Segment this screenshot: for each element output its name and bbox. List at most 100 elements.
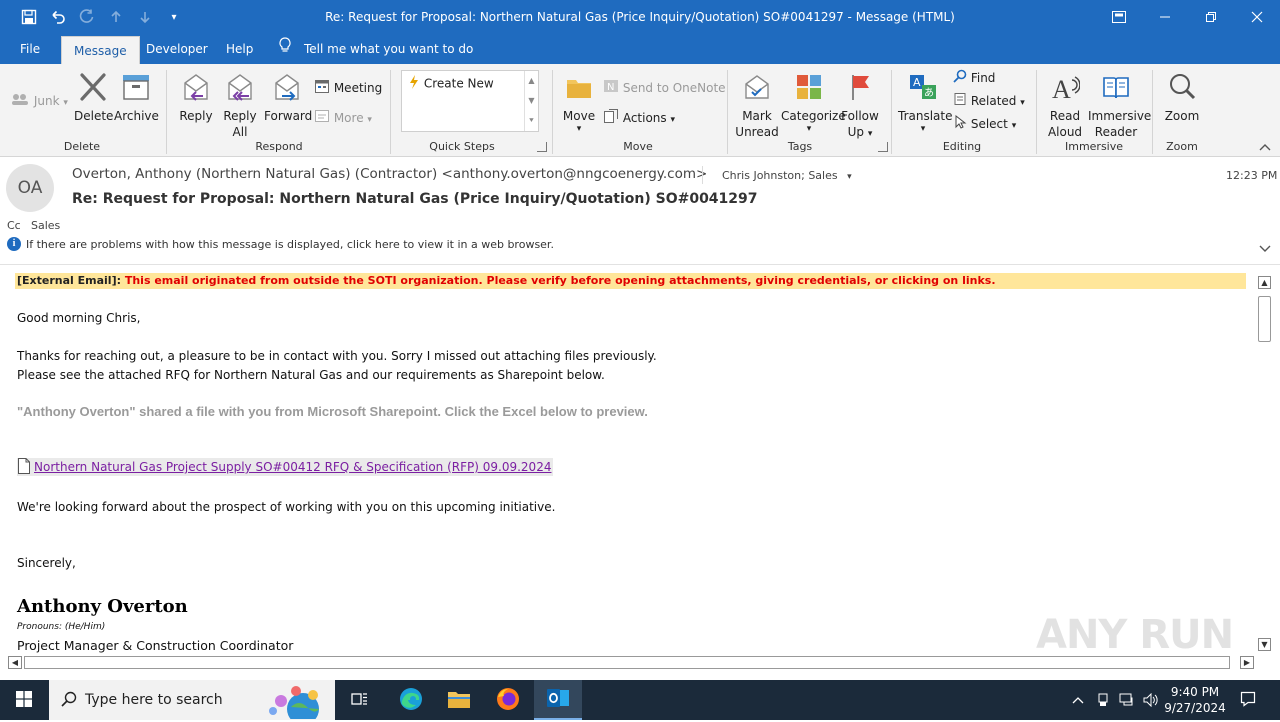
horizontal-scrollbar[interactable]: ◀ ▶: [8, 656, 1256, 670]
edge-taskbar-button[interactable]: [390, 680, 432, 720]
recipients[interactable]: Chris Johnston; Sales ▾: [722, 169, 852, 182]
file-attachment-link[interactable]: Northern Natural Gas Project Supply SO#0…: [17, 457, 554, 476]
related-button[interactable]: Related ▾: [953, 92, 1025, 110]
find-button[interactable]: Find: [953, 69, 995, 87]
categorize-icon: [781, 72, 837, 106]
junk-button[interactable]: Junk ▾: [10, 92, 68, 110]
save-icon[interactable]: [16, 0, 42, 34]
translate-label: Translate: [898, 109, 953, 123]
info-bar[interactable]: i If there are problems with how this me…: [7, 237, 554, 251]
customize-toolbar-icon[interactable]: ▾: [161, 0, 187, 34]
expand-header-icon[interactable]: [1258, 243, 1272, 258]
scroll-thumb[interactable]: [1258, 296, 1271, 342]
file-link-text[interactable]: Northern Natural Gas Project Supply SO#0…: [34, 460, 551, 474]
start-button[interactable]: [0, 680, 48, 720]
scroll-down-arrow-icon[interactable]: ▼: [1258, 638, 1271, 651]
junk-icon: [10, 92, 30, 111]
follow-up-button[interactable]: Follow Up ▾: [840, 72, 880, 142]
close-button[interactable]: [1234, 0, 1280, 34]
quick-steps-scrollbar[interactable]: ▲ ▼ ⯆: [524, 71, 538, 131]
taskbar: Type here to search 9:40 PM 9/27/2024: [0, 680, 1280, 722]
vertical-scrollbar[interactable]: ▲ ▼: [1258, 274, 1272, 656]
zoom-icon: [1162, 72, 1202, 106]
actions-button[interactable]: Actions ▾: [603, 108, 675, 126]
send-to-onenote-button[interactable]: N Send to OneNote: [603, 78, 726, 96]
read-aloud-button[interactable]: A Read Aloud: [1043, 72, 1087, 140]
firefox-icon: [496, 687, 520, 714]
reply-all-button[interactable]: Reply All: [219, 72, 261, 140]
shared-notice: "Anthony Overton" shared a file with you…: [17, 404, 648, 419]
minimize-button[interactable]: [1142, 0, 1188, 34]
window-title: Re: Request for Proposal: Northern Natur…: [325, 10, 955, 24]
file-explorer-taskbar-button[interactable]: [438, 680, 480, 720]
task-view-button[interactable]: [340, 680, 380, 720]
junk-label: Junk: [33, 94, 60, 108]
body-line-1: Thanks for reaching out, a pleasure to b…: [17, 349, 657, 363]
actions-label: Actions: [622, 111, 667, 125]
vertical-divider: [702, 166, 703, 184]
reply-label: Reply: [179, 109, 213, 123]
info-bar-text: If there are problems with how this mess…: [26, 237, 554, 251]
cc-value[interactable]: Sales: [31, 219, 60, 232]
tab-help[interactable]: Help: [226, 34, 253, 64]
tab-message[interactable]: Message: [61, 36, 140, 64]
taskbar-search-box[interactable]: Type here to search: [49, 680, 335, 722]
separator: [390, 70, 391, 154]
signature-title: Project Manager & Construction Coordinat…: [17, 638, 294, 653]
zoom-button[interactable]: Zoom: [1162, 72, 1202, 124]
volume-icon[interactable]: [1140, 680, 1162, 720]
categorize-button[interactable]: Categorize ▾: [781, 72, 846, 134]
clock[interactable]: 9:40 PM 9/27/2024: [1164, 680, 1226, 720]
external-warning-banner: [External Email]: This email originated …: [15, 273, 1246, 289]
meeting-button[interactable]: Meeting: [314, 78, 382, 96]
notification-center-button[interactable]: [1232, 680, 1264, 720]
tab-developer[interactable]: Developer: [146, 34, 208, 64]
quick-steps-gallery[interactable]: Create New ▲ ▼ ⯆: [401, 70, 539, 132]
windows-logo-icon: [16, 690, 32, 710]
mark-unread-button[interactable]: Mark Unread: [734, 72, 780, 140]
firefox-taskbar-button[interactable]: [487, 680, 529, 720]
reply-button[interactable]: Reply: [176, 72, 216, 124]
svg-text:A: A: [913, 76, 921, 89]
quick-steps-dialog-launcher-icon[interactable]: [537, 142, 547, 152]
calendar-icon: [314, 78, 330, 99]
follow-up-label-line1: Follow: [841, 109, 879, 123]
maximize-button[interactable]: [1188, 0, 1234, 34]
outlook-icon: [546, 687, 570, 712]
delete-button[interactable]: Delete: [74, 72, 113, 124]
usb-device-icon[interactable]: [1093, 680, 1113, 720]
translate-button[interactable]: Aあ Translate ▾: [898, 72, 953, 134]
tell-me-search[interactable]: Tell me what you want to do: [278, 34, 473, 64]
mark-unread-label-line1: Mark: [742, 109, 772, 123]
find-label: Find: [970, 71, 996, 85]
outlook-taskbar-button[interactable]: [534, 680, 582, 720]
scroll-right-arrow-icon[interactable]: ▶: [1240, 656, 1254, 669]
show-hidden-icons-button[interactable]: [1068, 680, 1088, 720]
scroll-up-arrow-icon[interactable]: ▲: [1258, 276, 1271, 289]
immersive-reader-button[interactable]: Immersive Reader: [1088, 72, 1151, 140]
quick-step-create-new[interactable]: Create New: [408, 75, 494, 91]
scroll-left-arrow-icon[interactable]: ◀: [8, 656, 22, 669]
reply-all-label-line1: Reply: [223, 109, 257, 123]
immersive-reader-label-line2: Reader: [1094, 125, 1138, 139]
svg-text:あ: あ: [924, 87, 934, 99]
edge-icon: [399, 687, 423, 714]
previous-item-icon: [103, 0, 129, 34]
ribbon-display-options-icon[interactable]: [1096, 0, 1142, 34]
archive-button[interactable]: Archive: [114, 72, 159, 124]
select-button[interactable]: Select ▾: [953, 114, 1016, 133]
tags-dialog-launcher-icon[interactable]: [878, 142, 888, 152]
move-button[interactable]: Move ▾: [560, 72, 598, 134]
reply-all-icon: [219, 72, 261, 106]
forward-button[interactable]: Forward: [264, 72, 312, 124]
archive-label: Archive: [114, 109, 159, 123]
sender[interactable]: Overton, Anthony (Northern Natural Gas) …: [72, 166, 707, 182]
svg-text:A: A: [1052, 75, 1071, 102]
network-icon[interactable]: [1116, 680, 1138, 720]
recipients-expand-icon[interactable]: ▾: [847, 172, 852, 182]
more-button[interactable]: More ▾: [314, 108, 372, 126]
tab-file[interactable]: File: [20, 34, 40, 64]
forward-icon: [264, 72, 310, 106]
collapse-ribbon-icon[interactable]: [1258, 140, 1272, 154]
undo-icon[interactable]: [45, 0, 71, 34]
